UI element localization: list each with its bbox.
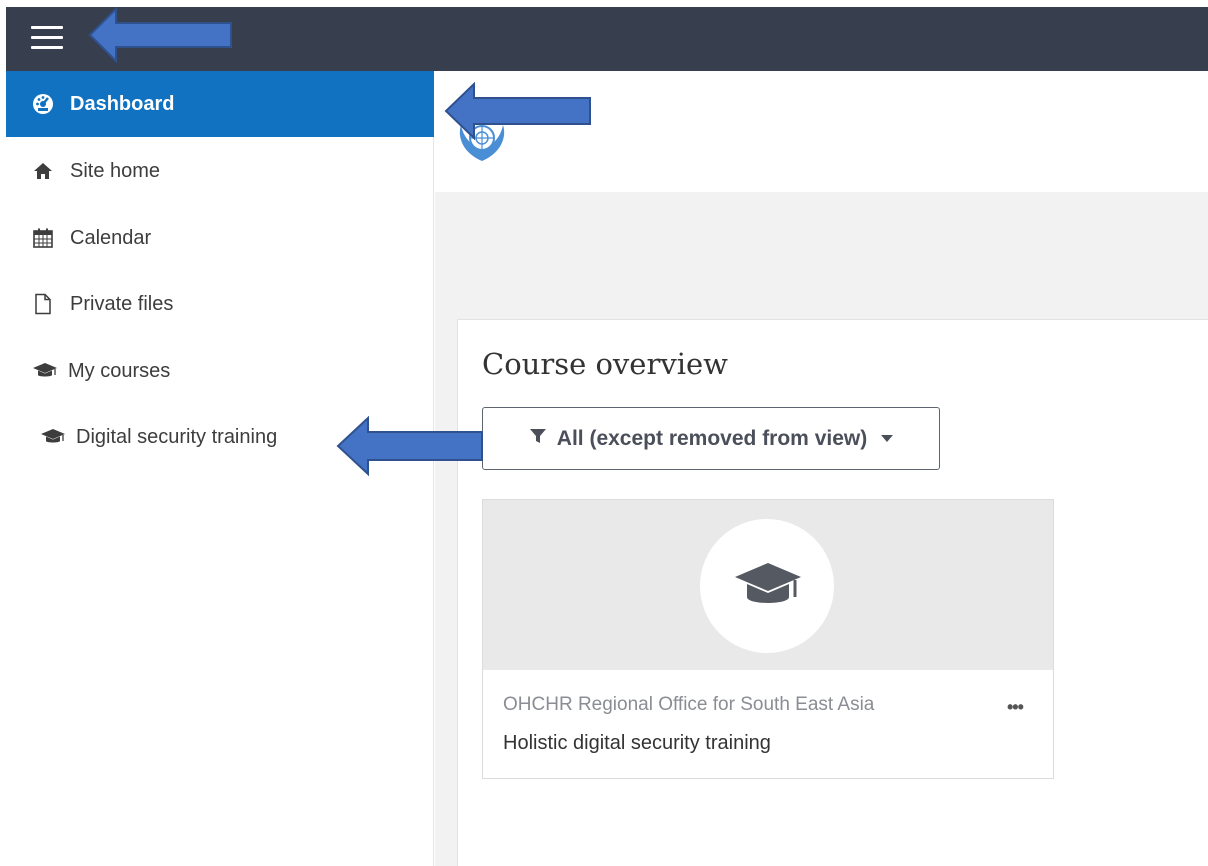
course-filter-dropdown[interactable]: All (except removed from view) <box>482 407 940 470</box>
sidebar-item-calendar[interactable]: Calendar <box>6 205 434 271</box>
sidebar-item-label: My courses <box>68 359 171 382</box>
hamburger-menu-icon[interactable] <box>28 20 68 56</box>
filter-label: All (except removed from view) <box>556 426 868 450</box>
annotation-arrow-course <box>336 416 483 476</box>
graduation-cap-icon <box>735 563 801 603</box>
sidebar-item-label: Dashboard <box>70 92 175 115</box>
course-overview-title: Course overview <box>482 347 728 381</box>
course-card[interactable]: OHCHR Regional Office for South East Asi… <box>482 499 1054 779</box>
filter-icon <box>529 427 547 451</box>
sidebar-item-my-courses[interactable]: My courses <box>6 338 434 404</box>
chevron-down-icon <box>881 435 894 442</box>
sidebar-item-label: Digital security training <box>76 425 278 448</box>
course-name[interactable]: Holistic digital security training <box>503 732 771 755</box>
course-overview-block: Course overview All (except removed from… <box>457 319 1208 866</box>
sidebar-item-label: Site home <box>70 159 161 182</box>
graduation-cap-icon <box>32 360 58 382</box>
home-icon <box>32 160 54 182</box>
main-region: Course overview All (except removed from… <box>435 71 1208 866</box>
sidebar-item-label: Calendar <box>70 226 152 249</box>
sidebar-item-private-files[interactable]: Private files <box>6 271 434 337</box>
annotation-arrow-hamburger <box>88 7 232 63</box>
sidebar-item-site-home[interactable]: Site home <box>6 138 434 204</box>
calendar-icon <box>32 227 54 249</box>
file-icon <box>32 293 54 315</box>
course-category: OHCHR Regional Office for South East Asi… <box>503 694 875 715</box>
more-options-icon[interactable]: ••• <box>1007 697 1024 718</box>
annotation-arrow-dashboard <box>444 82 591 140</box>
course-image-placeholder <box>700 519 834 653</box>
sidebar-item-dashboard[interactable]: Dashboard <box>6 71 434 137</box>
course-card-image <box>483 500 1053 670</box>
graduation-cap-icon <box>40 426 66 448</box>
dashboard-icon <box>32 93 54 115</box>
sidebar-item-label: Private files <box>70 292 174 315</box>
